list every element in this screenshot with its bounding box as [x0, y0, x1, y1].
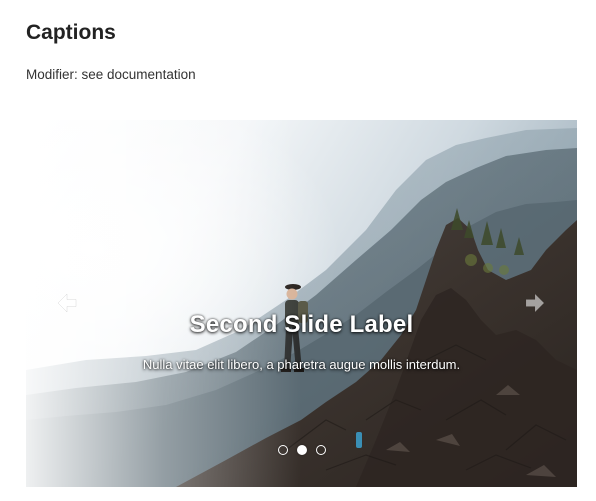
modifier-note: Modifier: see documentation — [26, 67, 196, 82]
carousel-indicator-3[interactable] — [315, 445, 326, 455]
arrow-left-icon — [57, 293, 77, 313]
arrow-right-icon — [525, 293, 545, 313]
slide-image — [26, 120, 577, 487]
carousel: Second Slide Label Nulla vitae elit libe… — [26, 120, 577, 487]
carousel-indicator-1[interactable] — [277, 445, 288, 455]
slide-caption-title: Second Slide Label — [189, 311, 414, 338]
carousel-prev-button[interactable] — [55, 291, 79, 315]
page: Captions Modifier: see documentation Sec… — [0, 0, 596, 501]
section-heading: Captions — [26, 21, 116, 44]
carousel-next-button[interactable] — [523, 291, 547, 315]
slide-caption: Second Slide Label Nulla vitae elit libe… — [136, 310, 467, 375]
carousel-indicator-2[interactable] — [296, 445, 307, 455]
slide-caption-text: Nulla vitae elit libero, a pharetra augu… — [142, 357, 461, 372]
carousel-indicators — [26, 445, 577, 455]
